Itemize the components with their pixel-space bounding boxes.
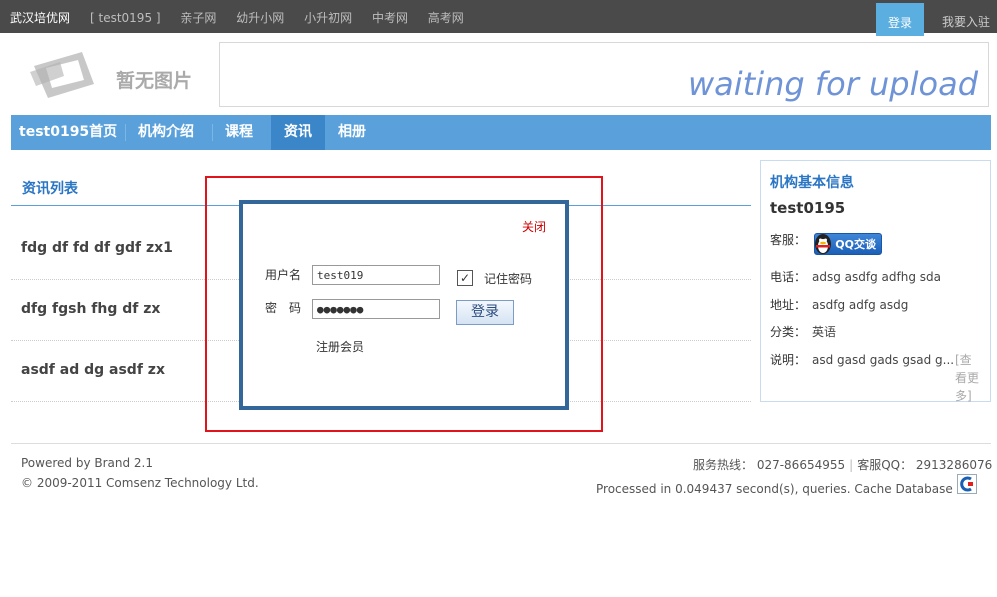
kefu-label: 客服：	[770, 233, 807, 247]
news-list-title: 资讯列表	[22, 181, 78, 197]
top-link-gaokao[interactable]: 高考网	[428, 11, 464, 25]
main-nav: test0195首页 机构介绍 课程 资讯 相册	[11, 115, 991, 150]
news-item[interactable]: fdg df fd df gdf zx1	[21, 240, 173, 256]
remember-checkbox[interactable]: ✓	[457, 270, 473, 286]
category-label: 分类：	[770, 325, 807, 339]
register-link[interactable]: 注册会员	[316, 338, 364, 355]
top-login-button[interactable]: 登录	[876, 3, 924, 36]
banner-text: waiting for upload	[687, 65, 978, 103]
desc-row: 说明： asd gasd gads gsad g...	[770, 351, 954, 368]
qq-chat-button[interactable]: QQ交谈	[814, 233, 882, 255]
remember-label: 记住密码	[484, 272, 533, 286]
qq-penguin-icon	[815, 234, 831, 254]
nav-separator	[125, 124, 126, 141]
nav-courses[interactable]: 课程	[225, 115, 253, 150]
login-dialog: 关闭 用户名 ✓ 记住密码 密 码 登录 注册会员	[239, 200, 569, 410]
nav-about[interactable]: 机构介绍	[138, 115, 194, 150]
address-row: 地址： asdfg adfg asdg	[770, 296, 908, 313]
org-info-title: 机构基本信息	[770, 175, 854, 191]
qq-chat-label: QQ交谈	[835, 238, 876, 251]
site-brand-link[interactable]: 武汉培优网	[10, 9, 70, 26]
cnzz-icon[interactable]	[957, 474, 977, 494]
logo-placeholder: 暂无图片	[30, 44, 210, 106]
processed-info: Processed in 0.049437 second(s), queries…	[596, 482, 978, 496]
nav-album[interactable]: 相册	[338, 115, 366, 150]
news-item[interactable]: asdf ad dg asdf zx	[21, 362, 165, 378]
contact-info: 服务热线： 027-86654955 | 客服QQ： 2913286076	[693, 458, 993, 472]
join-link[interactable]: 我要入驻	[942, 13, 990, 30]
category-row: 分类： 英语	[770, 323, 836, 340]
nav-news[interactable]: 资讯	[271, 115, 325, 150]
address-value: asdfg adfg asdg	[812, 298, 909, 312]
footer-divider	[11, 443, 991, 444]
username-field[interactable]	[312, 265, 440, 285]
login-button[interactable]: 登录	[456, 300, 514, 325]
close-button[interactable]: 关闭	[522, 218, 546, 235]
current-site: [ test0195 ]	[90, 11, 161, 25]
no-image-text: 暂无图片	[116, 70, 193, 92]
phone-label: 电话：	[770, 270, 807, 284]
top-link-primary[interactable]: 小升初网	[304, 11, 352, 25]
top-link-kindergarten[interactable]: 幼升小网	[236, 11, 284, 25]
category-value: 英语	[812, 325, 837, 339]
image-placeholder-icon	[30, 52, 94, 98]
top-bar: 武汉培优网 [ test0195 ] 亲子网 幼升小网 小升初网 中考网 高考网…	[0, 0, 997, 36]
top-link-zhongkao[interactable]: 中考网	[372, 11, 408, 25]
phone-value: adsg asdfg adfhg sda	[812, 270, 942, 284]
service-qq: 客服QQ： 2913286076	[857, 458, 993, 472]
hotline: 服务热线： 027-86654955	[693, 458, 846, 472]
password-label: 密 码	[265, 301, 302, 315]
phone-row: 电话： adsg asdfg adfhg sda	[770, 268, 941, 285]
banner: waiting for upload	[219, 42, 989, 107]
copyright: © 2009-2011 Comsenz Technology Ltd.	[21, 476, 259, 490]
org-info-panel: 机构基本信息 test0195 客服： QQ交谈 电话： adsg asdfg a…	[760, 160, 991, 405]
top-link-parent[interactable]: 亲子网	[180, 11, 216, 25]
org-name: test0195	[770, 199, 846, 217]
view-more-link[interactable]: [查看更多]	[955, 351, 981, 405]
address-label: 地址：	[770, 298, 807, 312]
powered-by: Powered by Brand 2.1	[21, 456, 154, 470]
nav-home[interactable]: test0195首页	[19, 115, 117, 150]
stats-logo-icon	[960, 476, 973, 492]
nav-separator	[212, 124, 213, 141]
desc-value: asd gasd gads gsad g...	[812, 353, 955, 367]
username-label: 用户名	[265, 268, 302, 282]
password-field[interactable]	[312, 299, 440, 319]
desc-label: 说明：	[770, 353, 807, 367]
news-item[interactable]: dfg fgsh fhg df zx	[21, 301, 160, 317]
top-links: [ test0195 ] 亲子网 幼升小网 小升初网 中考网 高考网	[90, 9, 480, 26]
